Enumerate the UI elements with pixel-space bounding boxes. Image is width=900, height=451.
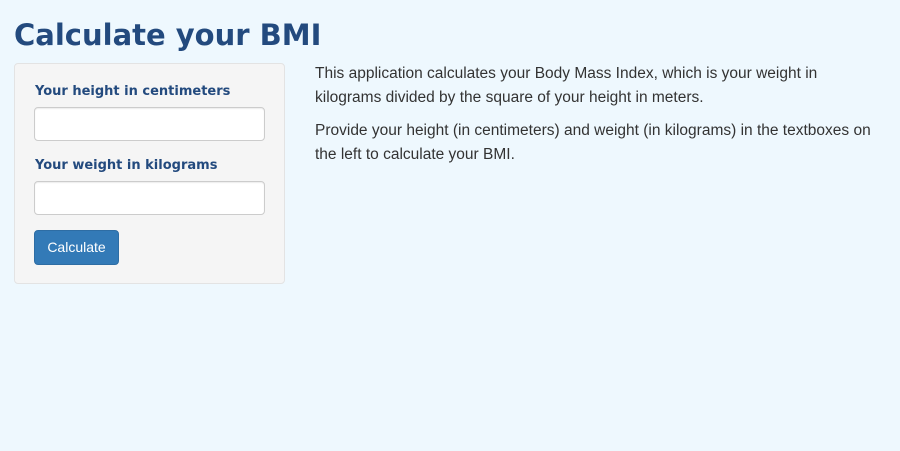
weight-label: Your weight in kilograms xyxy=(35,158,218,173)
height-label: Your height in centimeters xyxy=(35,84,231,99)
description-panel: This application calculates your Body Ma… xyxy=(315,62,885,176)
description-paragraph: This application calculates your Body Ma… xyxy=(315,65,818,106)
input-panel: Your height in centimeters Your weight i… xyxy=(14,63,285,284)
weight-input[interactable] xyxy=(34,181,265,215)
instructions-paragraph: Provide your height (in centimeters) and… xyxy=(315,122,871,163)
calculate-button[interactable]: Calculate xyxy=(34,230,119,265)
height-input[interactable] xyxy=(34,107,265,141)
page-title: Calculate your BMI xyxy=(14,18,322,52)
